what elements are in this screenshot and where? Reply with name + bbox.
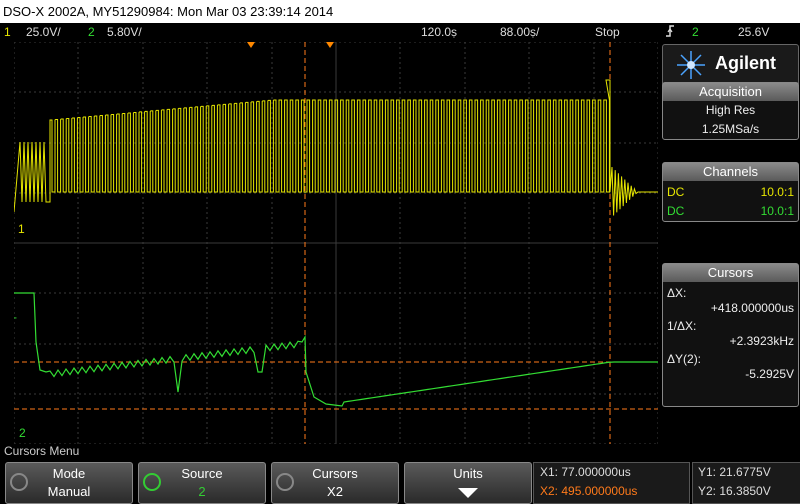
ch1-coupling: DC <box>667 185 685 199</box>
mode-softkey[interactable]: Mode Manual <box>5 462 133 504</box>
x2-value: X2: 495.000000us <box>540 484 638 498</box>
acquisition-panel[interactable]: Acquisition High Res 1.25MSa/s <box>662 82 799 140</box>
ch2-probe: 10.0:1 <box>760 204 794 218</box>
inverse-delta-x-label: 1/ΔX: <box>667 319 697 333</box>
delay-marker <box>326 42 334 48</box>
cursors-label: Cursors <box>312 466 358 481</box>
trigger-position-marker <box>247 42 255 48</box>
trigger-source[interactable]: 2 <box>692 23 699 41</box>
x1-value: X1: 77.000000us <box>540 465 631 479</box>
units-softkey[interactable]: Units <box>404 462 532 504</box>
title-bar: DSO-X 2002A, MY51290984: Mon Mar 03 23:3… <box>0 0 800 23</box>
waveform-display[interactable]: 1 2 T <box>14 42 658 444</box>
ch2-scale[interactable]: 5.80V/ <box>107 23 142 41</box>
acquisition-mode: High Res <box>705 103 756 117</box>
trigger-level-marker[interactable]: T <box>14 316 17 328</box>
side-panel: Agilent Acquisition High Res 1.25MSa/s C… <box>659 42 800 444</box>
sample-rate: 1.25MSa/s <box>701 122 760 136</box>
channels-panel[interactable]: Channels DC 10.0:1 DC 10.0:1 <box>662 162 799 222</box>
trigger-edge-icon <box>664 23 676 44</box>
mode-value: Manual <box>47 484 91 499</box>
source-value: 2 <box>198 484 206 499</box>
window-title: DSO-X 2002A, MY51290984: Mon Mar 03 23:3… <box>3 4 334 19</box>
delta-x-label: ΔX: <box>667 286 687 300</box>
acquisition-header: Acquisition <box>663 83 798 101</box>
brand-name: Agilent <box>715 53 776 73</box>
ch2-coupling: DC <box>667 204 685 218</box>
cursors-header: Cursors <box>663 264 798 282</box>
channels-header: Channels <box>663 163 798 181</box>
run-state[interactable]: Stop <box>595 23 620 41</box>
delta-x-value: +418.000000us <box>710 301 794 315</box>
delta-y-label: ΔY(2): <box>667 352 702 366</box>
brand-logo: Agilent <box>662 44 799 86</box>
cursors-value: X2 <box>327 484 343 499</box>
horizontal-delay[interactable]: 88.00ṣ/ <box>500 23 539 41</box>
status-bar: 1 25.0V/ 2 5.80V/ 120.0ṣ 88.00ṣ/ Stop 2 … <box>0 23 800 41</box>
ch1-number[interactable]: 1 <box>4 23 11 41</box>
y1-value: Y1: 21.6775V <box>698 465 771 479</box>
agilent-spark-icon <box>677 51 705 79</box>
arrow-down-icon <box>458 488 478 498</box>
ch2-number[interactable]: 2 <box>88 23 95 41</box>
ch1-scale[interactable]: 25.0V/ <box>26 23 61 41</box>
ch1-probe: 10.0:1 <box>760 185 794 199</box>
ch2-ground-marker[interactable]: 2 <box>19 426 26 440</box>
trigger-level[interactable]: 25.6V <box>738 23 769 41</box>
menu-title-bar: Cursors Menu <box>0 444 800 459</box>
y2-value: Y2: 16.3850V <box>698 484 771 498</box>
ch1-ground-marker[interactable]: 1 <box>18 222 25 236</box>
cursor-readout: X1: 77.000000us X2: 495.000000us Y1: 21.… <box>533 460 800 504</box>
source-softkey[interactable]: Source 2 <box>138 462 266 504</box>
source-label: Source <box>181 466 223 481</box>
cursors-softkey[interactable]: Cursors X2 <box>271 462 399 504</box>
mode-label: Mode <box>52 466 86 481</box>
cursors-panel[interactable]: Cursors ΔX: +418.000000us 1/ΔX: +2.3923k… <box>662 263 799 407</box>
time-scale[interactable]: 120.0ṣ <box>421 23 457 41</box>
menu-title: Cursors Menu <box>4 444 80 458</box>
inverse-delta-x-value: +2.3923kHz <box>729 334 794 348</box>
units-label: Units <box>453 466 483 481</box>
delta-y-value: -5.2925V <box>745 367 794 381</box>
